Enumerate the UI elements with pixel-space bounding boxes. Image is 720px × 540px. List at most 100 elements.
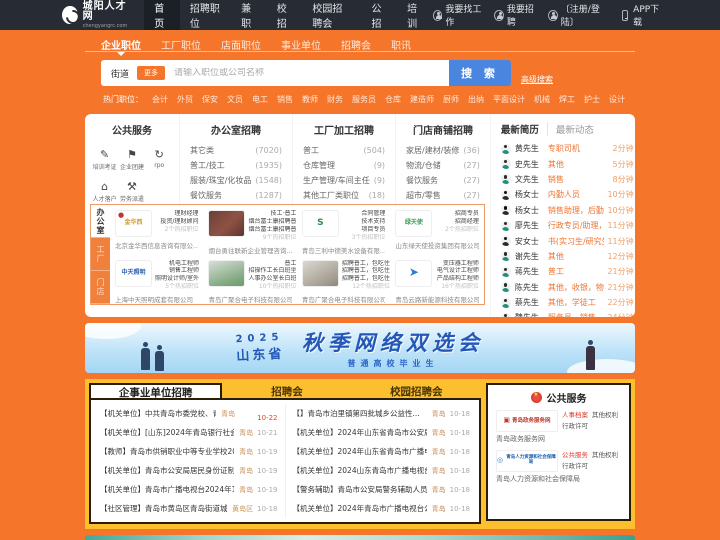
nav-item[interactable]: 兼职 bbox=[231, 0, 267, 30]
sidebar-tab[interactable]: 最新简历 bbox=[501, 122, 539, 136]
hot-keyword-link[interactable]: 教师 bbox=[302, 94, 318, 105]
category-row[interactable]: 餐饮服务 (27) bbox=[406, 173, 480, 188]
public-service-item[interactable]: ⚒ 劳务派遣 bbox=[118, 175, 145, 204]
announcement-row[interactable]: 【机关单位】2024年青岛市广播电视台公开招... 青岛 10-18 bbox=[293, 499, 471, 518]
topbar-action-link[interactable]: 我要招聘 bbox=[494, 2, 537, 28]
announcement-row[interactable]: 【机关单位】2024山东青岛市广播电视台招聘... 青岛 10-18 bbox=[293, 461, 471, 480]
public-service-card[interactable]: 青岛政务服务网 人事档案其他权利 行政许可 青岛政务服务网 bbox=[496, 410, 621, 444]
resume-row[interactable]: 陈先生 其他，收银，物流... 21分钟 bbox=[500, 280, 634, 295]
company-card[interactable]: 绿天使 招商专员 招商经理 2个热招职位 山东绿天使投资集团有限公司 bbox=[390, 205, 483, 255]
company-card[interactable]: 普工 招操作工长白班坐 人事办公室长白班 10个热招职位 青岛广聚合电子科技有限… bbox=[203, 255, 296, 304]
category-row[interactable]: 服装/珠宝/化妆品 (1548) bbox=[190, 173, 282, 188]
announcement-row[interactable]: 【机关单位】2024年山东省青岛市广播电视台... 青岛 10-18 bbox=[293, 442, 471, 461]
resume-row[interactable]: 蒋先生 普工 21分钟 bbox=[500, 264, 634, 279]
category-row[interactable]: 超市/零售 (27) bbox=[406, 188, 480, 203]
location-select[interactable]: 街道 bbox=[111, 67, 129, 80]
public-service-item[interactable]: ⚑ 企业团建 bbox=[118, 143, 145, 172]
nav-item[interactable]: 校园招聘会 bbox=[302, 0, 361, 30]
announcement-row[interactable]: 【机关单位】[山东]2024年青岛银行社会招聘公... 青岛 10-21 bbox=[100, 423, 278, 442]
announcement-row[interactable]: 【机关单位】中共青岛市委党校、青岛行政学... 青岛 10-22 bbox=[100, 404, 278, 423]
topbar-action-link[interactable]: 〔注册/登陆〕 bbox=[548, 2, 609, 28]
public-service-item[interactable]: ✎ 培训考证 bbox=[91, 143, 118, 172]
hot-keyword-link[interactable]: 文员 bbox=[227, 94, 243, 105]
announcement-row[interactable]: 【社区管理】青岛市黄岛区青岛街道城镇公益... 黄岛区 10-18 bbox=[100, 499, 278, 518]
announcement-row[interactable]: 【】青岛市泊里镇第四批城乡公益性... 青岛 10-18 bbox=[293, 404, 471, 423]
hot-keyword-link[interactable]: 厨师 bbox=[443, 94, 459, 105]
announcement-row[interactable]: 【机关单位】青岛市公安局居民身份证制证所2... 青岛 10-19 bbox=[100, 461, 278, 480]
announcement-row[interactable]: 【教师】青岛市供销职业中等专业学校202... 青岛 10-19 bbox=[100, 442, 278, 461]
company-card[interactable]: 招聘普工，包吃住 招聘普工，包吃住 招聘普工，包吃住 12个热招职位 青岛广聚合… bbox=[297, 255, 390, 304]
nav-item[interactable]: 招聘职位 bbox=[180, 0, 231, 30]
topbar-action-link[interactable]: APP下载 bbox=[620, 2, 662, 28]
company-card[interactable]: S 合同管理 技术支持 项目专员 3个热招职位 青岛三利中德美水设备有限... bbox=[297, 205, 390, 255]
company-logo: 中天照明 bbox=[115, 259, 152, 287]
company-side-tab[interactable]: 工厂 bbox=[91, 238, 110, 271]
announcement-row[interactable]: 【机关单位】2024年山东省青岛市公安局所属... 青岛 10-18 bbox=[293, 423, 471, 442]
hot-keyword-link[interactable]: 服务员 bbox=[352, 94, 376, 105]
nav-item[interactable]: 首页 bbox=[144, 0, 180, 30]
hot-keyword-link[interactable]: 财务 bbox=[327, 94, 343, 105]
search-input[interactable] bbox=[174, 68, 449, 78]
resume-row[interactable]: 廖先生 行政专员/助理，... 11分钟 bbox=[500, 218, 634, 233]
category-row[interactable]: 其它类 (7020) bbox=[190, 143, 282, 158]
announcement-row[interactable]: 【机关单位】青岛市广播电视台2024年10月公... 青岛 10-19 bbox=[100, 480, 278, 499]
sidebar-tab[interactable]: 最新动态 bbox=[546, 122, 594, 136]
hot-keyword-link[interactable]: 焊工 bbox=[559, 94, 575, 105]
nav-item[interactable]: 公招 bbox=[362, 0, 398, 30]
company-card[interactable]: ➤ 变压器工程师 电气设计工程师 产品结构工程师 16个热招职位 青岛云路新能源… bbox=[390, 255, 483, 304]
public-service-item[interactable]: ↻ rpo bbox=[146, 143, 173, 171]
announcement-row[interactable]: 【警务辅助】青岛市公安局警务辅助人员招录... 青岛 10-18 bbox=[293, 480, 471, 499]
site-logo[interactable]: 城阳人才网 chengyangrc.com bbox=[62, 1, 130, 29]
hot-keyword-link[interactable]: 护士 bbox=[584, 94, 600, 105]
nav-item[interactable]: 培训 bbox=[397, 0, 433, 30]
public-service-item[interactable]: ⌂ 人才落户 bbox=[91, 175, 118, 204]
hot-keyword-link[interactable]: 出纳 bbox=[468, 94, 484, 105]
search-tab[interactable]: 企业职位 bbox=[101, 37, 141, 56]
topbar-action-link[interactable]: 我要找工作 bbox=[432, 2, 484, 28]
search-tab[interactable]: 工厂职位 bbox=[161, 37, 201, 52]
category-row[interactable]: 其他工厂类职位 (18) bbox=[303, 188, 385, 203]
resume-row[interactable]: 文先生 销售 8分钟 bbox=[500, 172, 634, 187]
category-row[interactable]: 仓库管理 (9) bbox=[303, 158, 385, 173]
advanced-search-link[interactable]: 高级搜索 bbox=[521, 74, 553, 85]
company-side-tab[interactable]: 办公室 bbox=[91, 205, 110, 238]
job-fair-banner-bottom[interactable]: 2025 秋季网络双选会 bbox=[85, 535, 635, 540]
hot-keyword-link[interactable]: 建造师 bbox=[410, 94, 434, 105]
company-side-tab[interactable]: 门店 bbox=[91, 271, 110, 304]
category-row[interactable]: 物流/仓储 (27) bbox=[406, 158, 480, 173]
resume-row[interactable]: 杨女士 销售助理，后勤，... 10分钟 bbox=[500, 203, 634, 218]
category-row[interactable]: 餐饮服务 (1287) bbox=[190, 188, 282, 203]
resume-row[interactable]: 杨女士 内勤人员 10分钟 bbox=[500, 187, 634, 202]
resume-row[interactable]: 史先生 其他 5分钟 bbox=[500, 156, 634, 171]
search-tab[interactable]: 职讯 bbox=[391, 37, 411, 52]
search-tab[interactable]: 事业单位 bbox=[281, 37, 321, 52]
resume-row[interactable]: 蔡先生 其他，学徒工 22分钟 bbox=[500, 295, 634, 310]
search-tab[interactable]: 店面职位 bbox=[221, 37, 261, 52]
company-card[interactable]: 金华西 理财经理 投资/理财顾问 2个热招职位 北京金华西信息咨询有限公... bbox=[110, 205, 203, 255]
hot-keyword-link[interactable]: 机械 bbox=[534, 94, 550, 105]
company-card[interactable]: 技工·普工 烟台富士康招聘普 烟台富士康招聘普 9个热招职位 烟台勇往联新企业管… bbox=[203, 205, 296, 255]
hot-keyword-link[interactable]: 设计 bbox=[609, 94, 625, 105]
search-tab[interactable]: 招聘会 bbox=[341, 37, 371, 52]
more-button[interactable]: 更多 bbox=[137, 66, 166, 80]
hot-keyword-link[interactable]: 电工 bbox=[252, 94, 268, 105]
category-row[interactable]: 普工 (504) bbox=[303, 143, 385, 158]
nav-item[interactable]: 校招 bbox=[267, 0, 303, 30]
category-row[interactable]: 普工/技工 (1935) bbox=[190, 158, 282, 173]
hot-keyword-link[interactable]: 仓库 bbox=[385, 94, 401, 105]
company-card[interactable]: 中天照明 机电工程师 销售工程师 照明设计师/室外 5个热招职位 上海中天照明成… bbox=[110, 255, 203, 304]
resume-row[interactable]: 谢先生 其他 12分钟 bbox=[500, 249, 634, 264]
resume-row[interactable]: 黄先生 专职司机 2分钟 bbox=[500, 141, 634, 156]
hot-keyword-link[interactable]: 外贸 bbox=[177, 94, 193, 105]
hot-keyword-link[interactable]: 保安 bbox=[202, 94, 218, 105]
category-row[interactable]: 生产管理/车间主任 (9) bbox=[303, 173, 385, 188]
job-fair-banner[interactable]: 2025 山东省 秋季网络双选会 普通高校毕业生 bbox=[85, 323, 635, 373]
hot-keyword-link[interactable]: 平面设计 bbox=[493, 94, 525, 105]
hot-keyword-link[interactable]: 销售 bbox=[277, 94, 293, 105]
resume-row[interactable]: 魏先生 服务员，销售，司... 24分钟 bbox=[500, 310, 634, 317]
category-row[interactable]: 家居/建材/装修 (36) bbox=[406, 143, 480, 158]
hot-keyword-link[interactable]: 会计 bbox=[152, 94, 168, 105]
search-button[interactable]: 搜 索 bbox=[449, 60, 511, 86]
public-service-card[interactable]: 青岛人力资源和社会保障局 公共服务其他权利 行政许可 青岛人力资源和社会保障局 bbox=[496, 450, 621, 484]
resume-row[interactable]: 安女士 书(实习生/研究生(... 11分钟 bbox=[500, 233, 634, 248]
